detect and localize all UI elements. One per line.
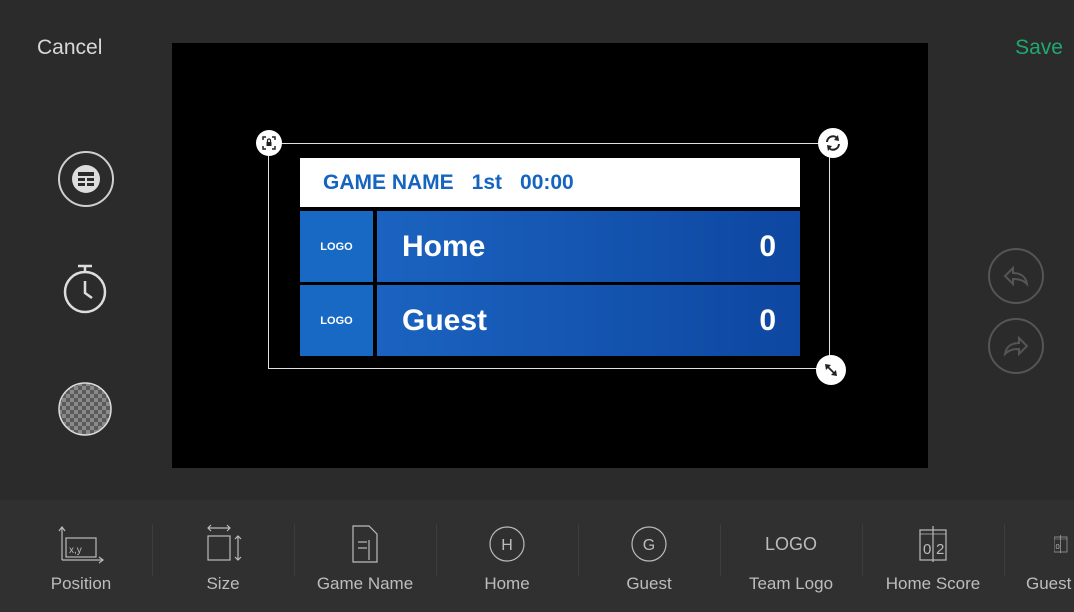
rotate-handle[interactable] [818,128,848,158]
clock-text: 00:00 [520,170,574,194]
svg-text:x,y: x,y [69,545,82,556]
tool-label: Position [50,574,112,593]
stopwatch-icon [63,264,107,314]
bottom-toolbar: x,y Position Size Game Name H Home G Gue… [0,500,1074,612]
guest-score-icon: 0 [1054,535,1068,553]
home-team-name: Home [402,230,486,263]
layout-icon [72,165,100,193]
timer-button[interactable] [58,262,112,316]
tool-label: Home [484,574,530,593]
team-logo-icon: LOGO [764,533,817,554]
tool-label: Home Score [885,574,981,593]
redo-icon [1003,335,1029,357]
tool-label: Guest [626,574,672,593]
home-score-icon: 0 2 [919,526,947,562]
svg-text:0: 0 [923,541,931,558]
background-transparency-button[interactable] [58,382,112,436]
tool-label: Size [206,574,240,593]
tool-game-name[interactable]: Game Name [294,500,436,612]
lock-handle[interactable] [256,130,282,156]
home-team-row[interactable]: LOGO Home 0 [300,211,800,282]
tool-team-logo[interactable]: LOGO Team Logo [720,500,862,612]
game-name-icon [352,525,378,563]
home-logo-placeholder: LOGO [300,211,373,282]
cancel-button[interactable]: Cancel [37,36,102,60]
game-name-text: GAME NAME [323,170,454,194]
rotate-icon [826,135,840,151]
tool-size[interactable]: Size [152,500,294,612]
guest-logo-placeholder: LOGO [300,285,373,356]
svg-text:H: H [501,537,513,554]
lock-icon [262,136,276,150]
svg-text:G: G [643,537,655,554]
size-icon [207,524,242,561]
tool-label: Guest [1026,574,1072,593]
svg-text:2: 2 [936,541,944,558]
guest-team-bar: Guest 0 [377,285,800,356]
tool-label: Team Logo [748,574,834,593]
home-letter-icon: H [489,526,525,562]
checkerboard-icon [58,382,112,436]
redo-button[interactable] [988,318,1044,374]
tool-home-score[interactable]: 0 2 Home Score [862,500,1004,612]
svg-text:0: 0 [1056,542,1060,551]
tool-label: Game Name [316,574,414,593]
tool-home[interactable]: H Home [436,500,578,612]
tool-position[interactable]: x,y Position [10,500,152,612]
guest-team-name: Guest [402,304,488,337]
resize-handle[interactable] [816,355,846,385]
scoreboard-header[interactable]: GAME NAME 1st 00:00 [300,158,800,207]
home-team-bar: Home 0 [377,211,800,282]
layout-button[interactable] [58,151,114,207]
tool-guest-score[interactable]: 0 Guest [1004,500,1074,612]
undo-button[interactable] [988,248,1044,304]
resize-diagonal-icon [825,364,837,376]
tool-guest[interactable]: G Guest [578,500,720,612]
position-icon: x,y [58,526,104,564]
home-score: 0 [759,230,776,263]
guest-team-row[interactable]: LOGO Guest 0 [300,285,800,356]
save-button[interactable]: Save [1015,36,1063,60]
guest-letter-icon: G [631,526,667,562]
guest-score: 0 [759,304,776,337]
undo-icon [1003,265,1029,287]
period-text: 1st [471,170,503,194]
